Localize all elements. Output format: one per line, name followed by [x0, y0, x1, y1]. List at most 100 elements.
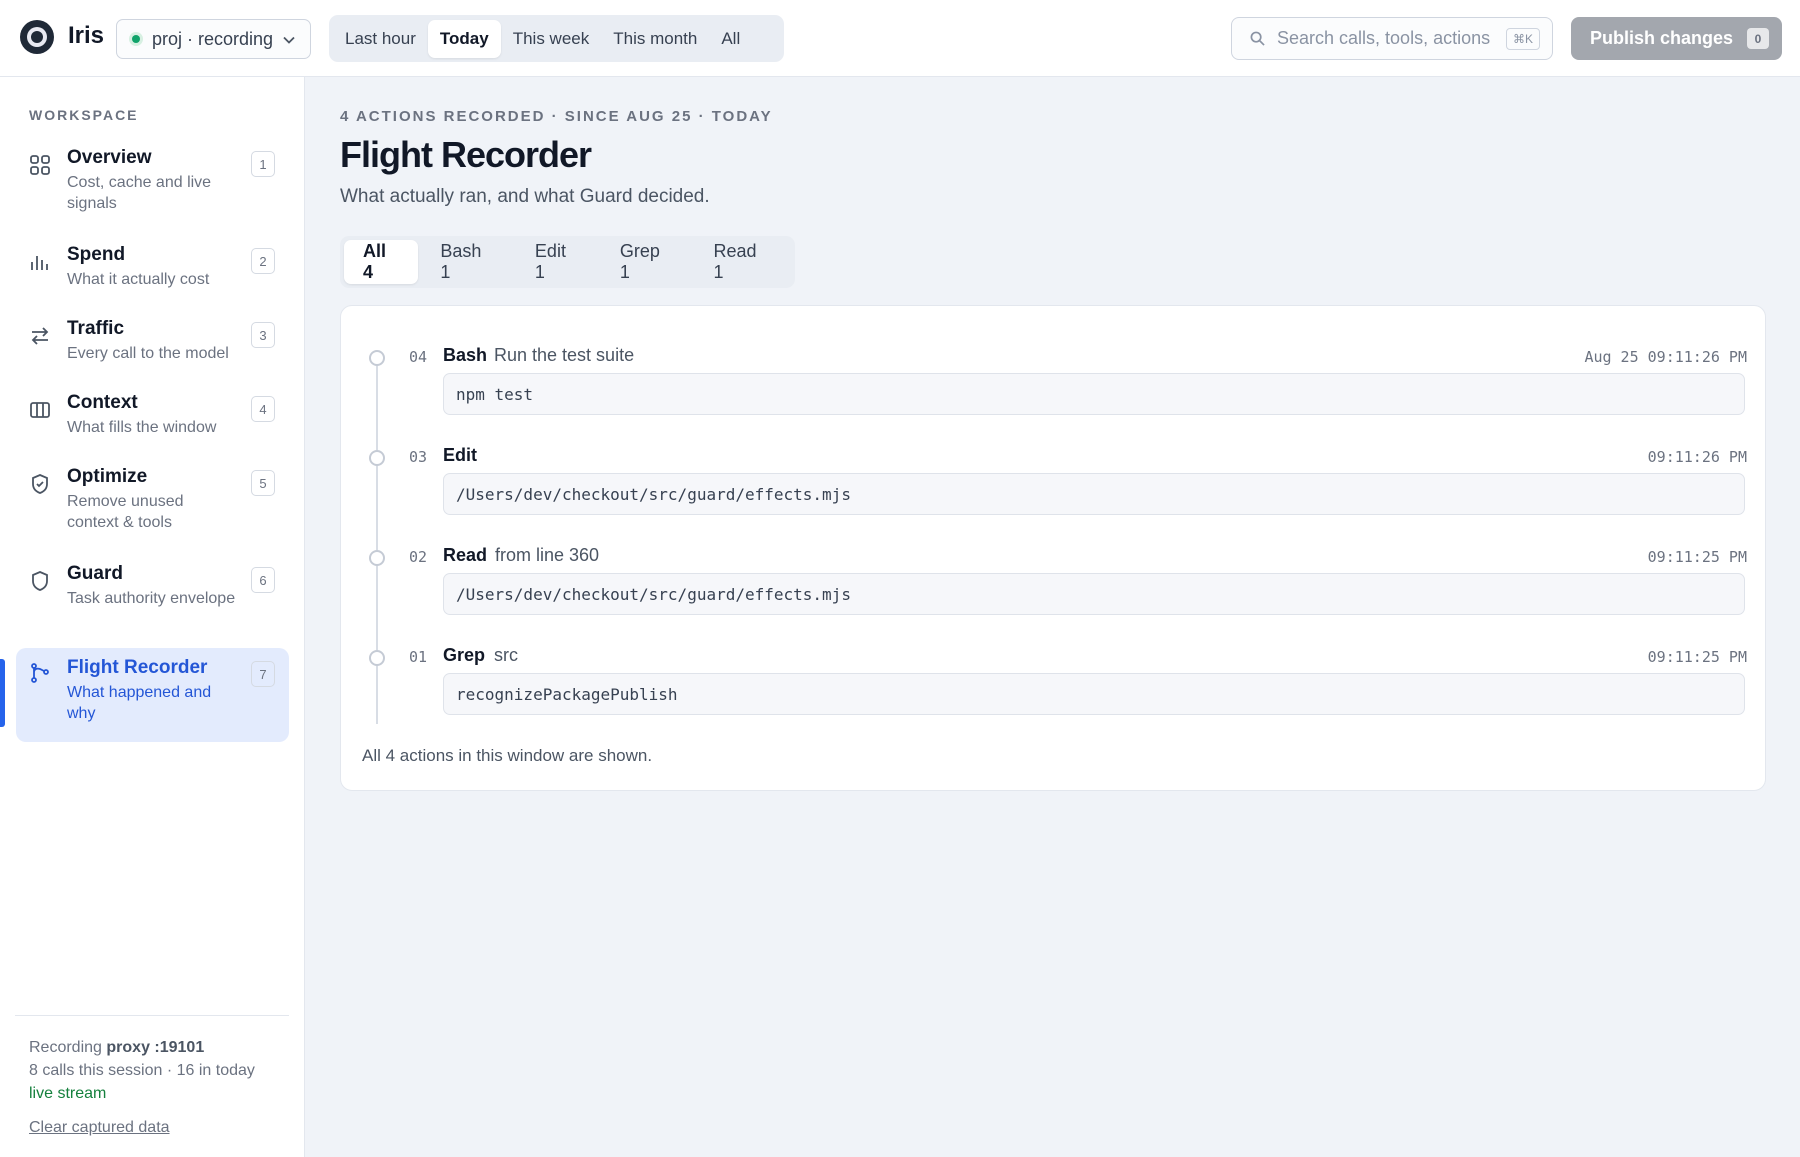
- recording-status: Recording proxy :19101: [29, 1039, 204, 1057]
- entry-time: 09:11:26 PM: [1647, 448, 1747, 466]
- entry-tool: Read: [443, 545, 488, 565]
- tab-all[interactable]: All 4: [344, 240, 419, 284]
- sidebar-item-title: Spend: [67, 244, 126, 265]
- range-this-month[interactable]: This month: [601, 20, 709, 58]
- range-all[interactable]: All: [709, 20, 752, 58]
- top-bar: Iris proj · recording Last hour Today Th…: [0, 0, 1800, 77]
- sidebar-item-title: Guard: [67, 563, 123, 584]
- entry-tool: Edit: [443, 445, 477, 465]
- sidebar-item-optimize[interactable]: Optimize Remove unused context & tools 5: [16, 466, 289, 546]
- shortcut-badge: 3: [251, 322, 275, 348]
- timeline-dot: [369, 350, 385, 366]
- entry-path: /Users/dev/checkout/src/guard/effects.mj…: [443, 573, 1745, 615]
- entry-index: 03: [409, 448, 428, 466]
- project-selector[interactable]: proj · recording: [116, 19, 311, 59]
- entry-summary: Run the test suite: [494, 345, 635, 365]
- recording-prefix: Recording: [29, 1039, 102, 1056]
- entry-time: 09:11:25 PM: [1647, 648, 1747, 666]
- shield-check-icon: [28, 472, 52, 496]
- arrows-swap-icon: [28, 324, 52, 348]
- workspace-section-label: WORKSPACE: [29, 107, 139, 123]
- range-today[interactable]: Today: [427, 19, 501, 58]
- live-stream-indicator: live stream: [29, 1085, 107, 1102]
- sidebar-item-context[interactable]: Context What fills the window 4: [16, 392, 289, 452]
- sidebar-item-title: Overview: [67, 147, 152, 168]
- sidebar-item-desc: What happened and why: [67, 684, 212, 722]
- iris-logo-icon[interactable]: [20, 20, 54, 54]
- entry-index: 02: [409, 548, 428, 566]
- shortcut-badge: 2: [251, 248, 275, 274]
- branch-icon: [28, 661, 52, 685]
- sidebar-item-desc: Every call to the model: [67, 345, 229, 362]
- page-eyebrow: 4 ACTIONS RECORDED · SINCE AUG 25 · TODA…: [340, 108, 773, 125]
- call-counts: 8 calls this session · 16 in today: [29, 1062, 255, 1079]
- timeline-dot: [369, 550, 385, 566]
- sidebar-item-guard[interactable]: Guard Task authority envelope 6: [16, 563, 289, 643]
- sidebar-item-title: Optimize: [67, 466, 148, 487]
- recording-status-icon: [129, 32, 143, 46]
- sidebar-item-desc: What it actually cost: [67, 271, 210, 288]
- search-icon: [1250, 31, 1265, 46]
- grid-icon: [28, 153, 52, 177]
- shield-icon: [28, 569, 52, 593]
- clear-captured-data-link[interactable]: Clear captured data: [29, 1119, 170, 1137]
- tab-grep[interactable]: Grep 1: [601, 240, 692, 284]
- timeline-entry[interactable]: 04 Bash Run the test suite Aug 25 09:11:…: [341, 340, 1767, 440]
- publish-changes-button[interactable]: Publish changes 0: [1571, 17, 1782, 60]
- sidebar: WORKSPACE Overview Cost, cache and live …: [0, 77, 305, 1157]
- tool-filter-tabs: All 4 Bash 1 Edit 1 Grep 1 Read 1: [340, 236, 795, 288]
- entry-tool: Grep: [443, 645, 486, 665]
- timeline-footer-note: All 4 actions in this window are shown.: [362, 746, 653, 765]
- timeline-entry[interactable]: 01 Grep src 09:11:25 PM recognizePackage…: [341, 640, 1767, 740]
- sidebar-item-spend[interactable]: Spend What it actually cost 2: [16, 244, 289, 304]
- sidebar-item-title: Context: [67, 392, 138, 413]
- entry-path: /Users/dev/checkout/src/guard/effects.mj…: [443, 473, 1745, 515]
- search-shortcut: ⌘K: [1505, 28, 1540, 50]
- sidebar-item-flight-recorder[interactable]: Flight Recorder What happened and why 7: [16, 648, 289, 742]
- sidebar-item-desc: Remove unused context & tools: [67, 493, 184, 531]
- shortcut-badge: 1: [251, 151, 275, 177]
- shortcut-badge: 5: [251, 470, 275, 496]
- tab-bash[interactable]: Bash 1: [421, 240, 513, 284]
- timeline-dot: [369, 450, 385, 466]
- entry-pattern: recognizePackagePublish: [443, 673, 1745, 715]
- bar-chart-icon: [28, 250, 52, 274]
- search-input[interactable]: Search calls, tools, actions ⌘K: [1231, 17, 1553, 60]
- shortcut-badge: 6: [251, 567, 275, 593]
- entry-tool: Bash: [443, 345, 488, 365]
- sidebar-item-desc: Cost, cache and live signals: [67, 174, 212, 212]
- timeline-entry[interactable]: 02 Read from line 360 09:11:25 PM /Users…: [341, 540, 1767, 640]
- timeline-dot: [369, 650, 385, 666]
- shortcut-badge: 7: [251, 661, 275, 687]
- entry-summary: src: [494, 645, 518, 665]
- timeline-entry[interactable]: 03 Edit 09:11:26 PM /Users/dev/checkout/…: [341, 440, 1767, 540]
- search-placeholder: Search calls, tools, actions: [1277, 28, 1491, 48]
- chevron-down-icon: [283, 31, 295, 47]
- publish-label: Publish changes: [1590, 28, 1734, 48]
- page-subtitle: What actually ran, and what Guard decide…: [340, 186, 710, 207]
- entry-index: 04: [409, 348, 428, 366]
- action-timeline-card: 04 Bash Run the test suite Aug 25 09:11:…: [340, 305, 1766, 791]
- proxy-address: proxy :19101: [106, 1039, 205, 1056]
- range-this-week[interactable]: This week: [501, 20, 602, 58]
- sidebar-item-title: Flight Recorder: [67, 657, 208, 678]
- sidebar-item-overview[interactable]: Overview Cost, cache and live signals 1: [16, 147, 289, 227]
- sidebar-item-desc: Task authority envelope: [67, 590, 236, 607]
- sidebar-footer: Recording proxy :19101 8 calls this sess…: [15, 1015, 289, 1136]
- app-name: Iris: [68, 22, 105, 49]
- sidebar-item-traffic[interactable]: Traffic Every call to the model 3: [16, 318, 289, 378]
- tab-read[interactable]: Read 1: [695, 240, 788, 284]
- entry-command: npm test: [443, 373, 1745, 415]
- publish-count-badge: 0: [1747, 28, 1769, 49]
- tab-edit[interactable]: Edit 1: [516, 240, 598, 284]
- project-label: proj · recording: [152, 28, 274, 49]
- entry-time: Aug 25 09:11:26 PM: [1584, 348, 1747, 366]
- entry-time: 09:11:25 PM: [1647, 548, 1747, 566]
- shortcut-badge: 4: [251, 396, 275, 422]
- time-range-group: Last hour Today This week This month All: [329, 15, 784, 62]
- sidebar-item-title: Traffic: [67, 318, 125, 339]
- sidebar-item-desc: What fills the window: [67, 419, 217, 436]
- range-last-hour[interactable]: Last hour: [333, 20, 428, 58]
- active-indicator: [0, 659, 5, 727]
- page-title: Flight Recorder: [340, 134, 592, 175]
